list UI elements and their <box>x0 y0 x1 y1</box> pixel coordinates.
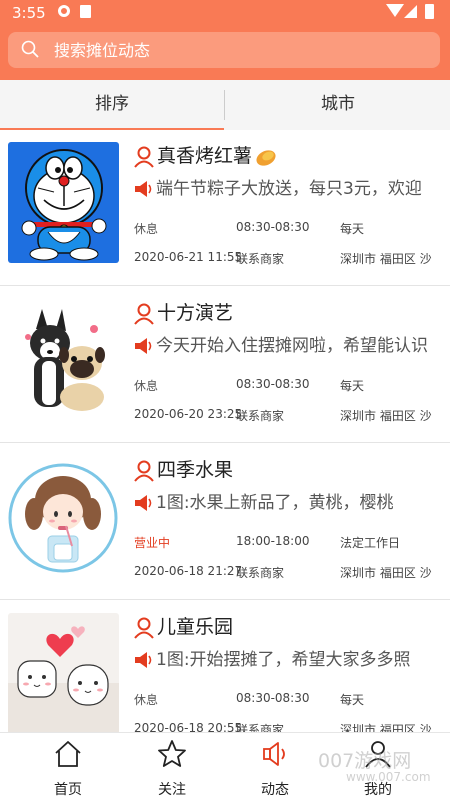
message-row: 今天开始入住摆摊网啦，希望能认识 <box>134 334 450 360</box>
announcement-icon <box>135 495 152 511</box>
list-item[interactable]: 四季水果 1图:水果上新品了，黄桃，樱桃 营业中 18:00-18:00 法定工… <box>0 444 450 600</box>
contact-merchant-link[interactable]: 联系商家 <box>236 250 284 267</box>
post-datetime: 2020-06-18 20:55 <box>134 721 243 732</box>
star-icon <box>158 740 186 767</box>
user-icon <box>365 741 391 768</box>
nav-item-feed[interactable]: 动态 <box>230 733 320 800</box>
search-input[interactable] <box>54 36 424 64</box>
nav-label-home: 首页 <box>54 782 82 798</box>
business-days: 每天 <box>340 693 365 707</box>
stall-message: 1图:开始摆摊了，希望大家多多照 <box>156 650 411 670</box>
list-item[interactable]: 十方演艺 今天开始入住摆摊网啦，希望能认识 休息 08:30-08:30 每天 … <box>0 287 450 443</box>
announcement-icon <box>135 181 152 197</box>
business-hours: 08:30-08:30 <box>236 377 310 391</box>
search-icon <box>21 40 39 58</box>
status-badge: 休息 <box>134 379 159 393</box>
merchant-user-icon <box>134 303 154 325</box>
stall-feed-list: 真香烤红薯 端午节粽子大放送，每只3元，欢迎 休息 08:30-08:30 每天… <box>0 130 450 732</box>
settings-icon <box>58 5 70 17</box>
stall-title[interactable]: 真香烤红薯 <box>157 142 277 170</box>
dogs-image <box>8 299 119 420</box>
search-bar[interactable] <box>8 32 440 68</box>
nav-label-me: 我的 <box>364 782 392 798</box>
tab-city[interactable]: 城市 <box>226 80 450 130</box>
status-bar: 3:55 <box>0 0 450 26</box>
business-hours: 18:00-18:00 <box>236 534 310 548</box>
stall-title[interactable]: 四季水果 <box>157 456 233 484</box>
post-datetime: 2020-06-21 11:55 <box>134 250 243 264</box>
title-row: 真香烤红薯 <box>134 142 444 172</box>
nav-item-home[interactable]: 首页 <box>23 733 113 800</box>
title-row: 四季水果 <box>134 456 444 486</box>
nav-item-follow[interactable]: 关注 <box>127 733 217 800</box>
stall-title[interactable]: 儿童乐园 <box>157 613 233 641</box>
title-row: 十方演艺 <box>134 299 444 329</box>
stall-thumbnail[interactable] <box>8 613 119 732</box>
message-row: 1图:水果上新品了，黄桃，樱桃 <box>134 491 450 517</box>
bottom-nav: 首页 关注 动态 我的 <box>0 732 450 800</box>
nav-label-follow: 关注 <box>158 782 186 798</box>
tab-sort-label: 排序 <box>95 94 129 114</box>
stall-thumbnail[interactable] <box>8 456 119 577</box>
status-time: 3:55 <box>12 4 46 22</box>
tab-divider <box>224 90 225 120</box>
business-hours: 08:30-08:30 <box>236 691 310 705</box>
sweet-potato-icon <box>256 149 276 166</box>
business-hours: 08:30-08:30 <box>236 220 310 234</box>
cartoon-buddies-image <box>8 613 119 732</box>
status-badge: 休息 <box>134 693 159 707</box>
status-badge: 休息 <box>134 222 159 236</box>
message-row: 端午节粽子大放送，每只3元，欢迎 <box>134 177 450 203</box>
post-datetime: 2020-06-18 21:27 <box>134 564 243 578</box>
doraemon-image <box>8 142 119 263</box>
message-row: 1图:开始摆摊了，希望大家多多照 <box>134 648 450 674</box>
stall-title[interactable]: 十方演艺 <box>157 299 233 327</box>
contact-merchant-link[interactable]: 联系商家 <box>236 564 284 581</box>
tab-city-label: 城市 <box>321 94 355 114</box>
contact-merchant-link[interactable]: 联系商家 <box>236 721 284 732</box>
business-days: 法定工作日 <box>340 536 401 550</box>
battery-icon <box>425 4 434 19</box>
list-item[interactable]: 真香烤红薯 端午节粽子大放送，每只3元，欢迎 休息 08:30-08:30 每天… <box>0 130 450 286</box>
stall-thumbnail[interactable] <box>8 142 119 263</box>
signal-icon <box>404 5 417 18</box>
business-days: 每天 <box>340 379 365 393</box>
home-icon <box>55 741 81 767</box>
stall-location: 深圳市 福田区 沙 <box>340 252 432 266</box>
stall-message: 1图:水果上新品了，黄桃，樱桃 <box>156 493 394 513</box>
stall-message: 今天开始入住摆摊网啦，希望能认识 <box>156 336 428 356</box>
status-badge: 营业中 <box>134 536 171 550</box>
wifi-icon <box>386 4 404 17</box>
list-item[interactable]: 儿童乐园 1图:开始摆摊了，希望大家多多照 休息 08:30-08:30 每天 … <box>0 601 450 732</box>
app-header: 3:55 <box>0 0 450 80</box>
stall-location: 深圳市 福田区 沙 <box>340 723 432 732</box>
announcement-icon <box>135 338 152 354</box>
merchant-user-icon <box>134 617 154 639</box>
business-days: 每天 <box>340 222 365 236</box>
speaker-icon <box>263 742 285 766</box>
tab-bar: 排序 城市 <box>0 80 450 130</box>
stall-thumbnail[interactable] <box>8 299 119 420</box>
merchant-user-icon <box>134 460 154 482</box>
nav-item-me[interactable]: 我的 <box>333 733 423 800</box>
post-datetime: 2020-06-20 23:25 <box>134 407 243 421</box>
announcement-icon <box>135 652 152 668</box>
sd-card-icon <box>80 5 91 18</box>
stall-message: 端午节粽子大放送，每只3元，欢迎 <box>156 179 422 199</box>
girl-avatar-image <box>8 456 119 577</box>
contact-merchant-link[interactable]: 联系商家 <box>236 407 284 424</box>
nav-label-feed: 动态 <box>261 782 289 798</box>
stall-location: 深圳市 福田区 沙 <box>340 566 432 580</box>
stall-location: 深圳市 福田区 沙 <box>340 409 432 423</box>
tab-sort[interactable]: 排序 <box>0 80 224 130</box>
title-row: 儿童乐园 <box>134 613 444 643</box>
merchant-user-icon <box>134 146 154 168</box>
